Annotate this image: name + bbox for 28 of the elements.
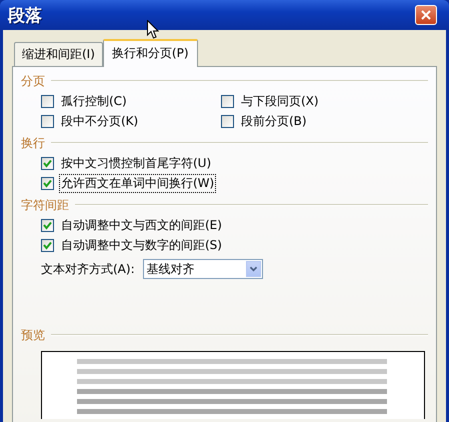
checkbox-label[interactable]: 自动调整中文与西文的间距(E) [59, 216, 224, 234]
tab[interactable]: 缩进和间距(I) [14, 42, 103, 66]
checkbox[interactable] [221, 94, 234, 108]
checkbox-label[interactable]: 自动调整中文与数字的间距(S) [59, 236, 224, 254]
checkbox-label[interactable]: 按中文习惯控制首尾字符(U) [59, 154, 214, 172]
checkbox[interactable] [41, 94, 54, 108]
checkbox[interactable] [41, 114, 54, 128]
mouse-cursor-icon [147, 20, 159, 39]
group-title: 字符间距 [21, 196, 69, 214]
dropdown[interactable]: 基线对齐 [142, 259, 263, 279]
checkbox[interactable] [41, 238, 54, 252]
tab[interactable]: 换行和分页(P) [102, 39, 198, 67]
window-title: 段落 [8, 4, 43, 26]
close-icon [421, 10, 431, 20]
checkbox[interactable] [41, 156, 54, 170]
close-button[interactable] [415, 5, 437, 25]
checkbox-label[interactable]: 段中不分页(K) [59, 112, 140, 130]
checkbox[interactable] [41, 176, 54, 190]
checkbox[interactable] [221, 114, 234, 128]
group-title: 分页 [21, 72, 45, 90]
checkbox-label[interactable]: 允许西文在单词中间换行(W) [59, 174, 216, 192]
checkbox-label[interactable]: 孤行控制(C) [59, 92, 129, 110]
group-title: 换行 [21, 134, 45, 152]
checkbox[interactable] [41, 218, 54, 232]
group-title: 预览 [21, 326, 45, 344]
field-label: 文本对齐方式(A): [41, 260, 135, 278]
checkbox-label[interactable]: 与下段同页(X) [239, 92, 321, 110]
checkbox-label[interactable]: 段前分页(B) [239, 112, 309, 130]
